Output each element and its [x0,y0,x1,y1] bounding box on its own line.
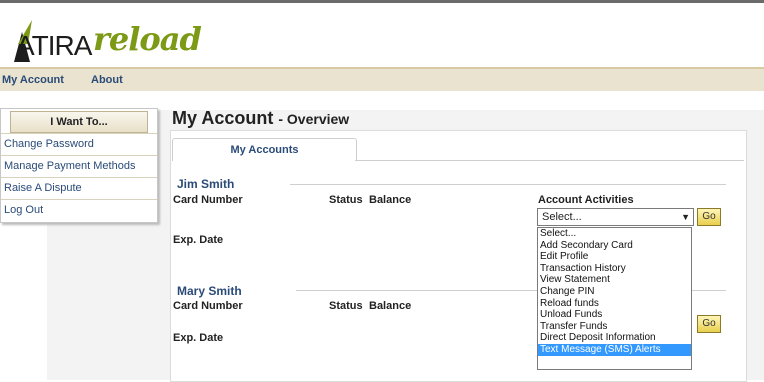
nav-about[interactable]: About [91,74,123,86]
go-button[interactable]: Go [697,315,721,333]
sidebar-item-label: Log Out [4,204,44,216]
page-title-sub: - Overview [278,111,350,127]
dropdown-option[interactable]: Transfer Funds [538,321,691,333]
sidebar-item-label: Change Password [4,138,94,150]
account-activities-dropdown: Select... Add Secondary Card Edit Profil… [537,227,692,370]
sidebar-menu: I Want To... Change Password Manage Paym… [0,108,158,223]
dropdown-option-highlighted[interactable]: Text Message (SMS) Alerts [538,343,691,356]
top-border [0,0,764,3]
balance-label: Balance [369,194,412,206]
divider [290,184,726,185]
sidebar-item-change-password[interactable]: Change Password [1,133,157,155]
tab-divider [355,160,744,161]
logo-text-reload: reload [93,20,202,58]
account-activities-label: Account Activities [538,194,634,206]
sidebar-item-label: Raise A Dispute [4,182,82,194]
dropdown-option[interactable]: Add Secondary Card [538,240,691,252]
exp-date-label: Exp. Date [173,332,224,344]
account-holder-name: Mary Smith [177,284,242,298]
dropdown-option[interactable]: View Statement [538,274,691,286]
sidebar-item-manage-payment[interactable]: Manage Payment Methods [1,155,157,177]
card-number-label: Card Number [173,194,243,206]
card-number-label: Card Number [173,300,243,312]
go-button[interactable]: Go [697,208,721,226]
sidebar-header: I Want To... [10,111,148,133]
dropdown-option[interactable]: Reload funds [538,298,691,310]
dropdown-option[interactable]: Direct Deposit Information [538,332,691,344]
sidebar-item-label: Manage Payment Methods [4,160,136,172]
exp-date-label: Exp. Date [173,234,224,246]
logo-text-atira: ATIRA [16,30,92,61]
dropdown-option[interactable]: Select... [538,228,691,240]
status-label: Status [329,300,363,312]
account-activities-select[interactable]: Select... ▼ [537,208,694,226]
nav-my-account[interactable]: My Account [2,74,64,86]
status-label: Status [329,194,363,206]
sidebar-item-log-out[interactable]: Log Out [1,199,157,221]
page-title: My Account - Overview [172,108,349,129]
dropdown-option[interactable]: Transaction History [538,263,691,275]
page-title-main: My Account [172,108,274,128]
tab-my-accounts[interactable]: My Accounts [172,138,357,161]
dropdown-option[interactable]: Edit Profile [538,251,691,263]
dropdown-option[interactable]: Unload Funds [538,309,691,321]
chevron-down-icon: ▼ [681,212,690,222]
dropdown-option[interactable]: Change PIN [538,286,691,298]
top-nav: My Account About [0,67,764,91]
sidebar-item-raise-dispute[interactable]: Raise A Dispute [1,177,157,199]
account-holder-name: Jim Smith [177,177,235,191]
balance-label: Balance [369,300,412,312]
select-value: Select... [542,211,582,223]
